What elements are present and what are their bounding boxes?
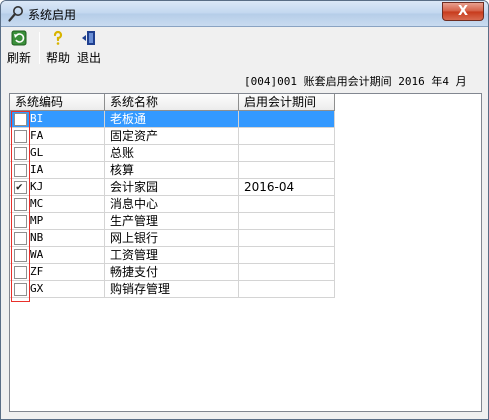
system-code: IA: [30, 163, 44, 176]
table-row[interactable]: GX 购销存管理: [10, 281, 481, 298]
checkbox-highlight: [11, 111, 30, 302]
refresh-icon: [11, 30, 27, 46]
enable-period[interactable]: [239, 111, 335, 128]
enable-period[interactable]: [239, 213, 335, 230]
system-code: MP: [30, 214, 44, 227]
enable-period[interactable]: [239, 128, 335, 145]
close-icon: X: [457, 4, 469, 19]
enable-period[interactable]: [239, 247, 335, 264]
close-button[interactable]: X: [442, 2, 484, 21]
system-name: 消息中心: [105, 196, 239, 213]
help-label: 帮助: [45, 51, 70, 65]
system-name: 生产管理: [105, 213, 239, 230]
system-name: 总账: [105, 145, 239, 162]
system-table[interactable]: 系统编码 系统名称 启用会计期间 BI 老板通 FA 固定资产 GL 总账 IA 核算 KJ 会计…: [9, 93, 482, 412]
system-code: WA: [30, 248, 44, 261]
system-code: GL: [30, 146, 44, 159]
exit-door-icon: [82, 31, 95, 45]
enable-period[interactable]: [239, 162, 335, 179]
help-button[interactable]: 帮助: [44, 30, 72, 66]
system-name: 工资管理: [105, 247, 239, 264]
system-enable-window: 系统启用 X 刷新 帮助 退出 [004]001 账套启用会计期间 2016 年…: [0, 0, 489, 420]
title-bar[interactable]: 系统启用 X: [1, 1, 488, 27]
system-code: GX: [30, 282, 44, 295]
window-title: 系统启用: [28, 8, 77, 22]
table-row[interactable]: MP 生产管理: [10, 213, 481, 230]
toolbar: 刷新 帮助 退出: [1, 28, 488, 68]
enable-period[interactable]: [239, 281, 335, 298]
exit-label: 退出: [76, 51, 101, 65]
enable-period[interactable]: [239, 145, 335, 162]
system-code: ZF: [30, 265, 44, 278]
system-name: 核算: [105, 162, 239, 179]
enable-period[interactable]: [239, 230, 335, 247]
column-header-period[interactable]: 启用会计期间: [239, 94, 335, 111]
table-row[interactable]: FA 固定资产: [10, 128, 481, 145]
system-code: BI: [30, 112, 44, 125]
table-header: 系统编码 系统名称 启用会计期间: [10, 94, 481, 111]
system-code: MC: [30, 197, 44, 210]
system-name: 会计家园: [105, 179, 239, 196]
table-row[interactable]: WA 工资管理: [10, 247, 481, 264]
question-icon: [53, 30, 63, 45]
table-row[interactable]: NB 网上银行: [10, 230, 481, 247]
wrench-icon: [8, 6, 23, 22]
accounting-period-label: [004]001 账套启用会计期间 2016 年4 月: [244, 75, 467, 88]
column-header-code[interactable]: 系统编码: [10, 94, 105, 111]
exit-button[interactable]: 退出: [75, 30, 103, 66]
table-row[interactable]: ZF 畅捷支付: [10, 264, 481, 281]
enable-period[interactable]: [239, 264, 335, 281]
system-name: 购销存管理: [105, 281, 239, 298]
enable-period[interactable]: 2016-04: [239, 179, 335, 196]
system-name: 网上银行: [105, 230, 239, 247]
system-code: NB: [30, 231, 44, 244]
system-code: KJ: [30, 180, 44, 193]
system-name: 畅捷支付: [105, 264, 239, 281]
table-row[interactable]: GL 总账: [10, 145, 481, 162]
refresh-label: 刷新: [6, 51, 31, 65]
table-row[interactable]: IA 核算: [10, 162, 481, 179]
table-row[interactable]: BI 老板通: [10, 111, 481, 128]
system-code: FA: [30, 129, 44, 142]
toolbar-separator: [39, 32, 40, 64]
column-header-name[interactable]: 系统名称: [105, 94, 239, 111]
system-name: 老板通: [105, 111, 239, 128]
table-row[interactable]: MC 消息中心: [10, 196, 481, 213]
system-name: 固定资产: [105, 128, 239, 145]
refresh-button[interactable]: 刷新: [5, 30, 33, 66]
enable-period[interactable]: [239, 196, 335, 213]
table-row[interactable]: KJ 会计家园2016-04: [10, 179, 481, 196]
